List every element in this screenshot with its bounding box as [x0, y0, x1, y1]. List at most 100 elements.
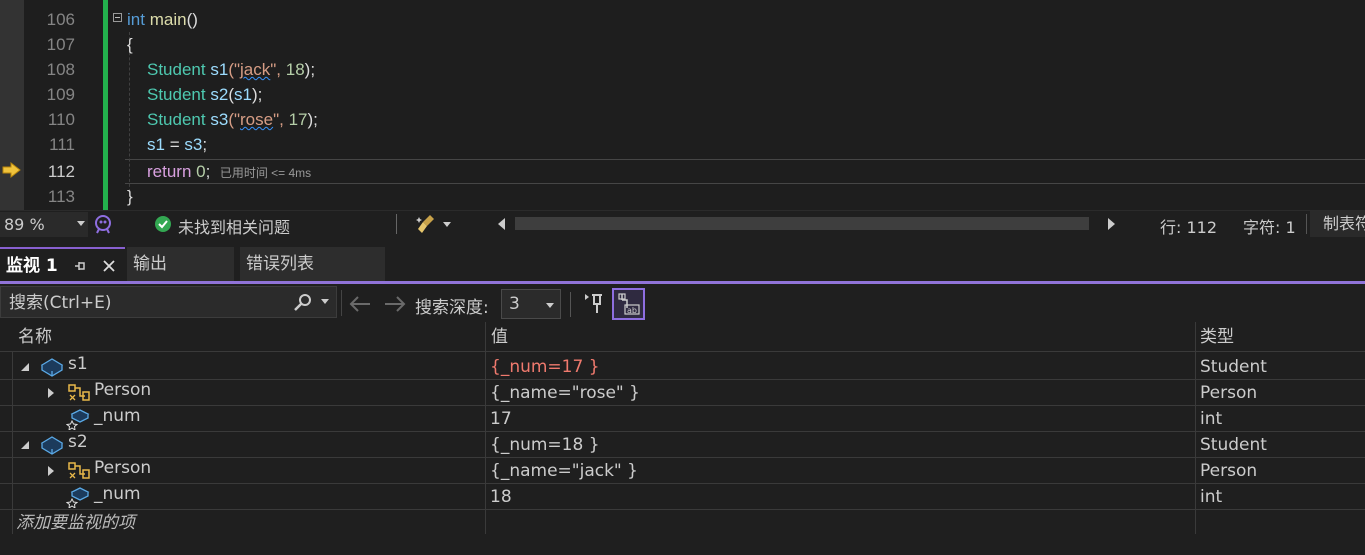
status-separator — [1306, 214, 1307, 234]
svg-text:ab: ab — [627, 306, 637, 315]
panel-bottom — [0, 534, 1365, 555]
expand-collapse-icon[interactable] — [21, 363, 29, 371]
elapsed-time-hint: 已用时间 <= 4ms — [219, 166, 312, 180]
watch-name: s2 — [68, 432, 88, 452]
code-line-107: { — [127, 35, 133, 54]
code-line-108: Student s1("jack", 18); — [147, 60, 316, 79]
watch-row[interactable]: _num 18 int — [0, 484, 1365, 510]
horizontal-scrollbar[interactable] — [515, 217, 1089, 230]
column-header-value[interactable]: 值 — [491, 322, 508, 352]
watch-value[interactable]: {_num=18 } — [490, 432, 600, 458]
line-number: 113 — [47, 187, 75, 206]
watch-value[interactable]: 18 — [490, 484, 512, 510]
scroll-right-icon[interactable] — [1108, 218, 1115, 230]
code-area[interactable]: int main() { Student s1("jack", 18); Stu… — [115, 0, 1365, 210]
field-icon — [66, 409, 90, 430]
tab-watch-1[interactable]: 监视 1 — [0, 247, 125, 281]
tool-window-tabs: 监视 1 输出 错误列表 — [0, 247, 1365, 284]
check-circle-icon — [155, 216, 171, 232]
watch-value[interactable]: 17 — [490, 406, 512, 432]
pin-icon[interactable] — [73, 259, 87, 273]
line-number: 109 — [46, 85, 75, 104]
local-variable-icon — [40, 436, 64, 455]
copilot-icon[interactable] — [93, 213, 113, 235]
search-icon[interactable] — [293, 293, 313, 311]
chevron-down-icon — [546, 303, 554, 308]
watch-grid[interactable]: 名称 值 类型 s1 {_num=17 } Student Person {_n… — [0, 322, 1365, 536]
watch-name: _num — [94, 406, 141, 426]
watch-type: int — [1200, 487, 1223, 507]
expand-collapse-icon[interactable] — [48, 388, 54, 398]
watch-type: int — [1200, 409, 1223, 429]
watch-row[interactable]: s2 {_num=18 } Student — [0, 432, 1365, 458]
search-input[interactable] — [1, 287, 291, 319]
line-number: 106 — [46, 10, 75, 29]
expand-collapse-icon[interactable] — [48, 466, 54, 476]
column-header-name[interactable]: 名称 — [18, 322, 52, 352]
watch-row[interactable]: Person {_name="jack" } Person — [0, 458, 1365, 484]
tab-error-list[interactable]: 错误列表 — [240, 247, 385, 281]
arrow-right-icon[interactable] — [383, 295, 407, 313]
watch-search-box[interactable] — [0, 286, 337, 319]
watch-type: Person — [1200, 461, 1258, 481]
search-depth-label: 搜索深度: — [415, 298, 489, 318]
watch-type: Student — [1200, 435, 1267, 455]
watch-row[interactable]: _num 17 int — [0, 406, 1365, 432]
watch-value[interactable]: {_num=17 } — [490, 354, 600, 380]
show-raw-structure-toggle[interactable]: ab — [612, 288, 645, 320]
base-class-icon — [68, 384, 90, 401]
current-statement-arrow-icon — [2, 162, 21, 178]
indent-mode-indicator[interactable]: 制表符 — [1310, 211, 1365, 237]
tab-label: 监视 1 — [6, 256, 58, 276]
code-cleanup-broom-icon[interactable] — [416, 213, 438, 235]
add-watch-placeholder[interactable]: 添加要监视的项 — [16, 510, 135, 536]
expand-collapse-icon[interactable] — [21, 441, 29, 449]
glyph-margin[interactable] — [0, 0, 24, 210]
code-line-113: } — [127, 187, 133, 206]
toolbar-separator — [570, 292, 571, 317]
chevron-down-icon[interactable] — [321, 299, 329, 304]
watch-name: _num — [94, 484, 141, 504]
grid-column-divider[interactable] — [1195, 322, 1196, 534]
ab-view-icon: ab — [618, 293, 640, 315]
active-tab-underline — [0, 281, 1365, 284]
watch-type: Student — [1200, 357, 1267, 377]
status-separator — [396, 214, 397, 234]
local-variable-icon — [40, 358, 64, 377]
scroll-left-icon[interactable] — [498, 218, 505, 230]
grid-column-divider[interactable] — [485, 322, 486, 534]
issues-status[interactable]: 未找到相关问题 — [178, 214, 290, 238]
watch-type: Person — [1200, 383, 1258, 403]
base-class-icon — [68, 462, 90, 479]
zoom-dropdown[interactable]: 89 % — [0, 212, 88, 237]
toolbar-separator — [341, 290, 342, 316]
field-icon — [66, 487, 90, 508]
arrow-left-icon[interactable] — [348, 295, 372, 313]
line-indicator[interactable]: 行: 112 — [1160, 214, 1217, 238]
line-numbers: 106 107 108 109 110 111 112 113 — [24, 0, 84, 210]
column-header-type[interactable]: 类型 — [1200, 322, 1234, 352]
search-depth-select[interactable]: 3 — [501, 289, 561, 319]
grid-header-row — [0, 322, 1365, 352]
watch-name: s1 — [68, 354, 88, 374]
watch-row[interactable]: s1 {_num=17 } Student — [0, 354, 1365, 380]
close-icon[interactable] — [102, 259, 116, 273]
watch-name: Person — [94, 458, 152, 478]
add-watch-row[interactable]: 添加要监视的项 — [0, 510, 1365, 536]
watch-value[interactable]: {_name="jack" } — [490, 458, 638, 484]
search-depth-value: 3 — [509, 294, 520, 314]
chevron-down-icon[interactable] — [443, 222, 451, 227]
code-line-109: Student s2(s1); — [147, 85, 263, 104]
watch-value[interactable]: {_name="rose" } — [490, 380, 640, 406]
char-indicator[interactable]: 字符: 1 — [1243, 214, 1296, 238]
pin-to-source-icon[interactable] — [583, 292, 607, 316]
tab-output[interactable]: 输出 — [127, 247, 234, 281]
watch-name: Person — [94, 380, 152, 400]
grid-column-divider — [12, 352, 13, 536]
code-line-110: Student s3("rose", 17); — [147, 110, 318, 129]
code-line-111: s1 = s3; — [147, 135, 208, 154]
watch-row[interactable]: Person {_name="rose" } Person — [0, 380, 1365, 406]
change-tracking-bar — [103, 0, 108, 210]
line-number: 107 — [46, 35, 75, 54]
code-editor[interactable]: 106 107 108 109 110 111 112 113 int main… — [0, 0, 1365, 210]
